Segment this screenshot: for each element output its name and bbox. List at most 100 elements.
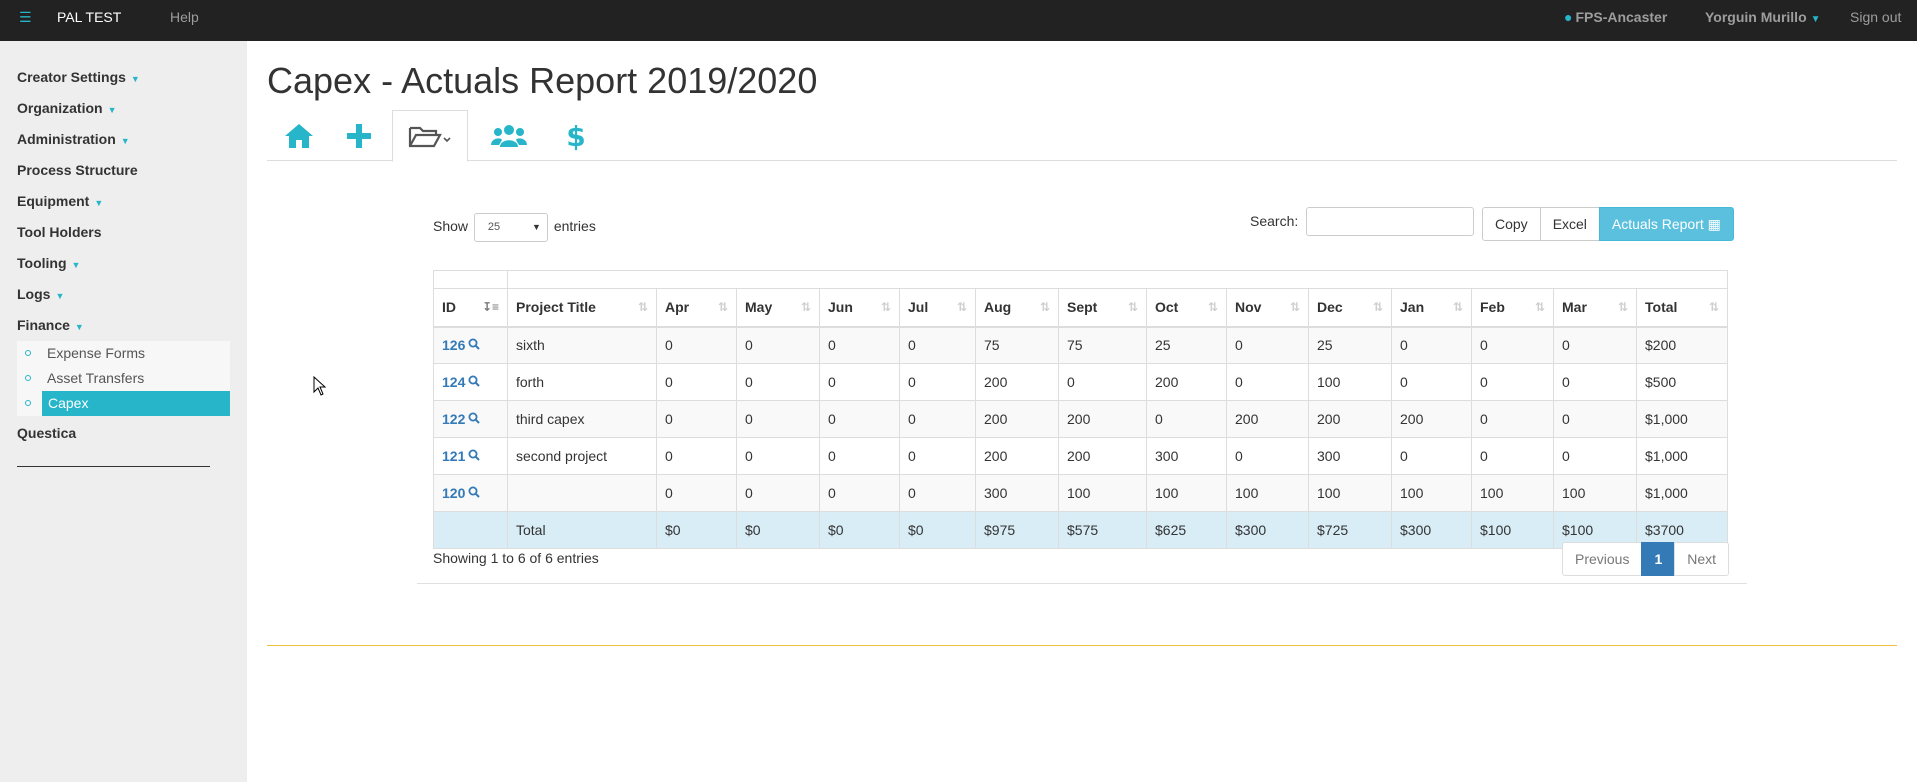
sort-icon: ⇅ — [1207, 300, 1218, 314]
column-header[interactable]: May ⇅ — [736, 288, 820, 328]
column-header[interactable]: Apr ⇅ — [656, 288, 737, 328]
previous-button[interactable]: Previous — [1562, 542, 1643, 576]
column-header[interactable]: Project Title ⇅ — [507, 288, 657, 328]
submenu-item-asset-transfers[interactable]: Asset Transfers — [17, 366, 230, 391]
table-cell: 100 — [1391, 474, 1472, 512]
length-select[interactable]: 25 ▼ — [473, 213, 548, 242]
sidebar-item-tooling[interactable]: Tooling ▼ — [17, 255, 80, 271]
table-cell: 0 — [899, 363, 976, 401]
excel-button[interactable]: Excel — [1539, 207, 1600, 241]
project-id-link[interactable]: 121 — [442, 448, 481, 464]
column-header[interactable]: Sept ⇅ — [1058, 288, 1147, 328]
table-cell: $1,000 — [1636, 437, 1728, 475]
help-link[interactable]: Help — [170, 0, 199, 41]
home-icon[interactable] — [267, 110, 331, 161]
table-cell: 0 — [736, 437, 820, 475]
column-header-label: Feb — [1480, 299, 1505, 316]
sort-icon: ⇅ — [637, 300, 648, 314]
project-id: 122 — [442, 411, 466, 427]
user-menu[interactable]: Yorguin Murillo ▼ — [1705, 0, 1821, 41]
table-cell: 0 — [1226, 437, 1309, 475]
table-cell: $500 — [1636, 363, 1728, 401]
table-cell: 0 — [736, 363, 820, 401]
sidebar-item-administration[interactable]: Administration ▼ — [17, 131, 130, 147]
length-control: Show 25 ▼ entries — [433, 213, 596, 242]
sidebar-item-creator-settings[interactable]: Creator Settings ▼ — [17, 69, 140, 85]
sidebar-item-process-structure[interactable]: Process Structure — [17, 162, 138, 178]
location-link[interactable]: ● FPS-Ancaster — [1564, 0, 1667, 41]
column-header[interactable]: Total ⇅ — [1636, 288, 1728, 328]
table-cell: 122 — [433, 400, 508, 438]
table-cell: 200 — [1308, 400, 1392, 438]
submenu-item-expense-forms[interactable]: Expense Forms — [17, 341, 230, 366]
table-cell: 0 — [899, 326, 976, 364]
column-header[interactable]: Aug ⇅ — [975, 288, 1059, 328]
column-header[interactable]: Jul ⇅ — [899, 288, 976, 328]
caret-down-icon: ▼ — [55, 291, 65, 301]
spacer-cell — [507, 270, 1728, 289]
sidebar-item-label: Organization — [17, 100, 103, 116]
sidebar-item-logs[interactable]: Logs ▼ — [17, 286, 64, 302]
caret-down-icon: ▼ — [94, 198, 104, 208]
table-cell: 0 — [1471, 326, 1554, 364]
table-cell: $0 — [736, 511, 820, 549]
next-button[interactable]: Next — [1674, 542, 1730, 576]
column-header[interactable]: Mar ⇅ — [1553, 288, 1637, 328]
table-cell: 0 — [1391, 437, 1472, 475]
table-cell — [433, 511, 508, 549]
table-cell: 126 — [433, 326, 508, 364]
column-header[interactable]: Oct ⇅ — [1146, 288, 1227, 328]
project-id-link[interactable]: 120 — [442, 485, 481, 501]
table-cell: 121 — [433, 437, 508, 475]
plus-icon[interactable] — [327, 110, 391, 161]
column-header[interactable]: Jan ⇅ — [1391, 288, 1472, 328]
table-cell: 0 — [899, 437, 976, 475]
table-cell: 0 — [1226, 363, 1309, 401]
column-header[interactable]: ID ↧≡ — [433, 288, 508, 328]
table-cell: 0 — [819, 363, 900, 401]
project-id-link[interactable]: 126 — [442, 337, 481, 354]
copy-button[interactable]: Copy — [1482, 207, 1541, 241]
sidebar-item-tool-holders[interactable]: Tool Holders — [17, 224, 102, 240]
sort-icon: ⇅ — [1127, 300, 1138, 314]
pagination: Previous 1 Next — [1562, 542, 1730, 576]
dollar-icon[interactable]: $ — [544, 110, 608, 161]
actuals-report-button[interactable]: Actuals Report ▦ — [1598, 207, 1734, 241]
sidebar-item-organization[interactable]: Organization ▼ — [17, 100, 116, 116]
folder-open-icon[interactable] — [392, 110, 468, 162]
column-header[interactable]: Dec ⇅ — [1308, 288, 1392, 328]
sort-icon: ⇅ — [1617, 300, 1628, 314]
table-row: 121 second project 0 0 0 0 200 200 300 0 300 0 0 0 $1,… — [433, 437, 1728, 475]
table-cell: 0 — [1553, 437, 1637, 475]
signout-link[interactable]: Sign out — [1850, 0, 1901, 41]
page-1-button[interactable]: 1 — [1641, 542, 1676, 576]
table-cell: 300 — [1308, 437, 1392, 475]
sidebar-item-finance[interactable]: Finance ▼ — [17, 317, 84, 333]
table-cell: 200 — [1146, 363, 1227, 401]
search-icon — [468, 449, 481, 461]
project-id-link[interactable]: 122 — [442, 411, 481, 427]
table-cell: $575 — [1058, 511, 1147, 549]
column-header[interactable]: Jun ⇅ — [819, 288, 900, 328]
caret-down-icon: ▼ — [130, 74, 140, 84]
sidebar-item-equipment[interactable]: Equipment ▼ — [17, 193, 103, 209]
table-cell: 0 — [736, 400, 820, 438]
sort-icon: ⇅ — [956, 300, 967, 314]
divider — [417, 583, 1747, 584]
project-id: 120 — [442, 485, 466, 501]
column-header-label: Mar — [1562, 299, 1587, 316]
search-input[interactable] — [1306, 207, 1474, 236]
sidebar-item-questica[interactable]: Questica — [17, 425, 76, 441]
table-cell: second project — [507, 437, 657, 475]
project-id: 126 — [442, 337, 466, 354]
column-header[interactable]: Nov ⇅ — [1226, 288, 1309, 328]
submenu-item-capex[interactable]: Capex — [17, 391, 230, 416]
brand[interactable]: PAL TEST — [57, 0, 121, 41]
users-icon[interactable] — [469, 110, 549, 161]
project-id-link[interactable]: 124 — [442, 374, 481, 390]
project-id: 121 — [442, 448, 466, 464]
column-header[interactable]: Feb ⇅ — [1471, 288, 1554, 328]
sidebar: Creator Settings ▼ Organization ▼ Administ… — [0, 41, 247, 782]
hamburger-icon[interactable]: ☰ — [19, 0, 32, 41]
search-icon — [468, 338, 481, 350]
